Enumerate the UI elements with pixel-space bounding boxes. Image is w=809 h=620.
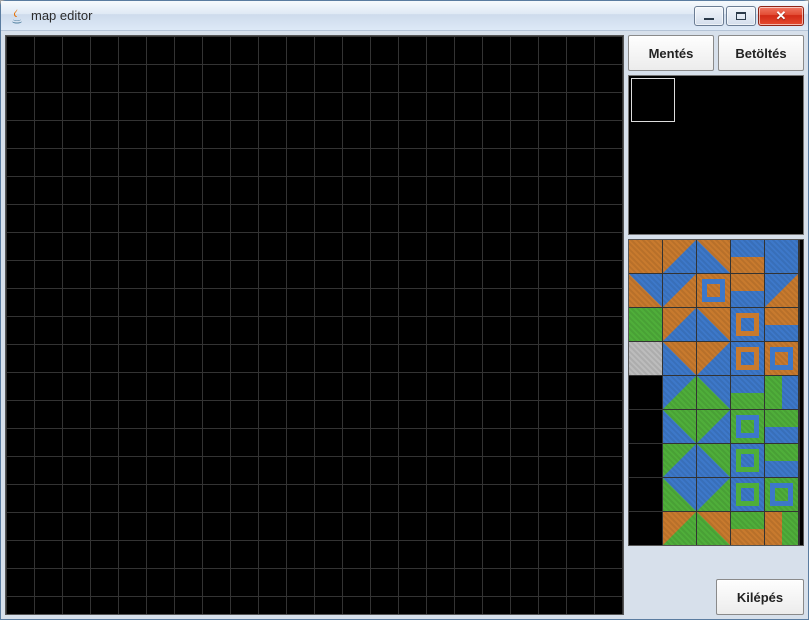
palette-tile[interactable] <box>629 240 662 273</box>
palette-tile[interactable] <box>731 410 764 443</box>
palette-tile[interactable] <box>731 240 764 273</box>
palette-tile[interactable] <box>629 274 662 307</box>
palette-tile[interactable] <box>663 410 696 443</box>
palette-tile[interactable] <box>765 444 798 477</box>
palette-tile[interactable] <box>663 478 696 511</box>
palette-tile[interactable] <box>731 274 764 307</box>
side-panel: Mentés Betöltés Kilépés <box>628 35 804 615</box>
palette-tile[interactable] <box>629 376 662 409</box>
palette-tile[interactable] <box>697 274 730 307</box>
palette-tile[interactable] <box>663 512 696 545</box>
tile-palette <box>628 239 804 546</box>
palette-tile[interactable] <box>765 240 798 273</box>
titlebar[interactable]: map editor ✕ <box>1 1 808 31</box>
minimize-button[interactable] <box>694 6 724 26</box>
palette-tile[interactable] <box>697 342 730 375</box>
close-button[interactable]: ✕ <box>758 6 804 26</box>
palette-tile[interactable] <box>629 512 662 545</box>
palette-tile[interactable] <box>731 512 764 545</box>
map-canvas[interactable] <box>5 35 624 615</box>
client-area: Mentés Betöltés Kilépés <box>1 31 808 619</box>
palette-tile[interactable] <box>663 240 696 273</box>
preview-selection <box>631 78 675 122</box>
palette-tile[interactable] <box>765 512 798 545</box>
palette-tile[interactable] <box>697 240 730 273</box>
exit-button[interactable]: Kilépés <box>716 579 804 615</box>
palette-tile[interactable] <box>731 444 764 477</box>
maximize-button[interactable] <box>726 6 756 26</box>
load-button[interactable]: Betöltés <box>718 35 804 71</box>
canvas-grid <box>6 36 623 614</box>
palette-tile[interactable] <box>731 478 764 511</box>
palette-tile[interactable] <box>731 342 764 375</box>
palette-tile[interactable] <box>629 410 662 443</box>
palette-tile[interactable] <box>765 410 798 443</box>
palette-tile[interactable] <box>697 410 730 443</box>
palette-tile[interactable] <box>697 512 730 545</box>
palette-tile[interactable] <box>663 308 696 341</box>
palette-tile[interactable] <box>629 478 662 511</box>
palette-tile[interactable] <box>663 376 696 409</box>
app-window: map editor ✕ Mentés Betöltés Kilépés <box>0 0 809 620</box>
palette-tile[interactable] <box>663 274 696 307</box>
palette-tile[interactable] <box>765 376 798 409</box>
palette-tile[interactable] <box>731 376 764 409</box>
palette-tile[interactable] <box>697 376 730 409</box>
palette-tile[interactable] <box>629 444 662 477</box>
tile-preview <box>628 75 804 235</box>
palette-tile[interactable] <box>765 274 798 307</box>
palette-tile[interactable] <box>663 342 696 375</box>
save-button[interactable]: Mentés <box>628 35 714 71</box>
window-title: map editor <box>31 8 92 23</box>
palette-tile[interactable] <box>629 342 662 375</box>
palette-tile[interactable] <box>731 308 764 341</box>
palette-tile[interactable] <box>697 444 730 477</box>
palette-tile[interactable] <box>765 342 798 375</box>
palette-tile[interactable] <box>765 478 798 511</box>
java-icon <box>9 8 25 24</box>
palette-tile[interactable] <box>629 308 662 341</box>
window-controls: ✕ <box>694 6 804 26</box>
palette-tile[interactable] <box>697 308 730 341</box>
palette-tile[interactable] <box>765 308 798 341</box>
palette-tile[interactable] <box>697 478 730 511</box>
palette-tile[interactable] <box>663 444 696 477</box>
